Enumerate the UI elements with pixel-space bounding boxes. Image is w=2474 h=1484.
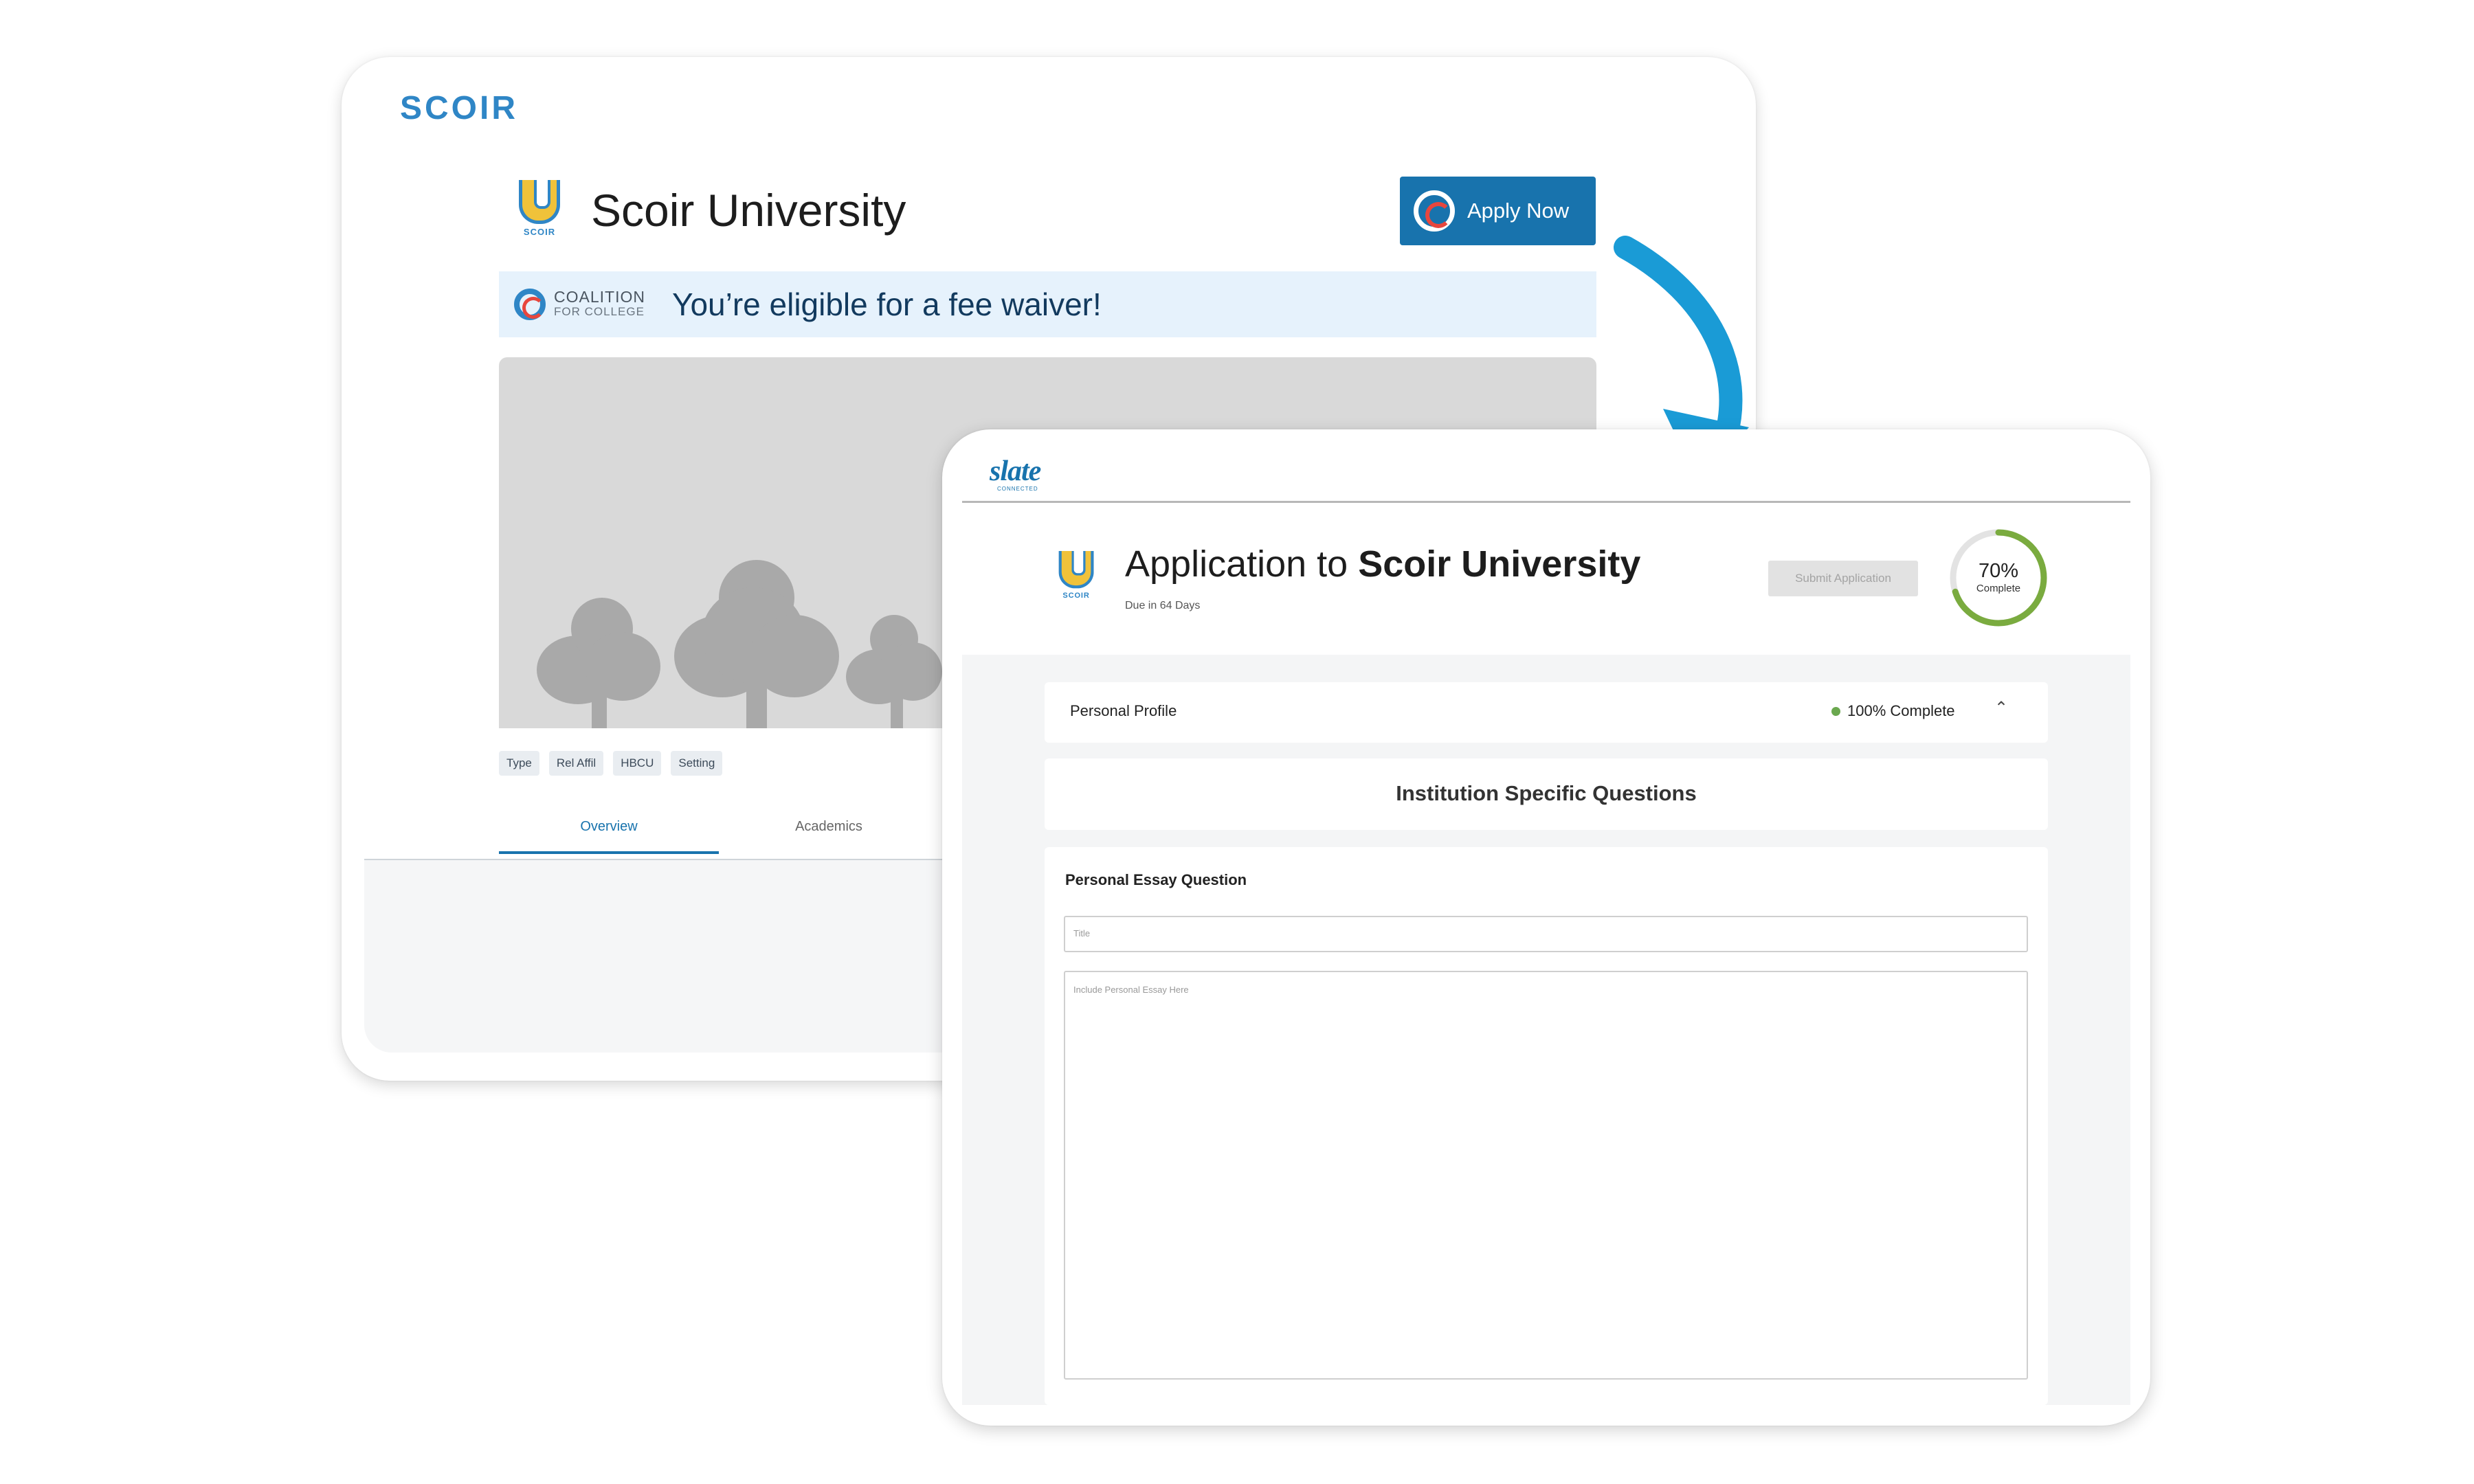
coalition-logo-icon bbox=[514, 289, 546, 320]
complete-status-dot bbox=[1831, 706, 1840, 716]
university-logo-caption: SCOIR bbox=[1062, 590, 1090, 600]
apply-now-button[interactable]: Apply Now bbox=[1400, 177, 1596, 245]
essay-textarea[interactable]: Include Personal Essay Here bbox=[1064, 971, 2028, 1380]
slate-logo: slate bbox=[990, 456, 1041, 487]
university-logo-caption: SCOIR bbox=[523, 227, 556, 237]
submit-application-button[interactable]: Submit Application bbox=[1768, 561, 1918, 596]
coalition-line1: COALITION bbox=[554, 288, 645, 306]
university-logo-icon: SCOIR bbox=[1057, 551, 1095, 605]
tag-list: Type Rel Affil HBCU Setting bbox=[499, 751, 723, 776]
due-date: Due in 64 Days bbox=[1125, 600, 1201, 611]
tree-icon bbox=[537, 598, 660, 728]
university-title: Scoir University bbox=[591, 185, 906, 236]
essay-question-label: Personal Essay Question bbox=[1065, 871, 1247, 888]
scoir-logo: SCOIR bbox=[400, 90, 519, 126]
application-title-school: Scoir University bbox=[1358, 543, 1641, 585]
progress-label: 70% Complete bbox=[1946, 560, 2051, 594]
tag-hbcu[interactable]: HBCU bbox=[613, 751, 662, 776]
tag-type[interactable]: Type bbox=[499, 751, 539, 776]
tab-academics[interactable]: Academics bbox=[719, 819, 939, 854]
progress-percent: 70% bbox=[1978, 560, 2019, 582]
personal-profile-title: Personal Profile bbox=[1070, 702, 1177, 719]
section-heading: Institution Specific Questions bbox=[1396, 781, 1697, 805]
tab-bar: Overview Academics bbox=[499, 819, 939, 854]
tree-icon bbox=[846, 615, 942, 728]
coalition-logo-text: COALITION FOR COLLEGE bbox=[554, 289, 657, 319]
coalition-icon bbox=[1414, 190, 1455, 232]
progress-caption: Complete bbox=[1976, 583, 2021, 594]
tree-icon bbox=[674, 560, 839, 728]
tag-rel-affil[interactable]: Rel Affil bbox=[548, 751, 604, 776]
apply-now-label: Apply Now bbox=[1467, 199, 1570, 223]
tag-setting[interactable]: Setting bbox=[671, 751, 723, 776]
personal-profile-status-text: 100% Complete bbox=[1847, 702, 1955, 719]
essay-title-input[interactable]: Title bbox=[1064, 916, 2028, 952]
essay-placeholder: Include Personal Essay Here bbox=[1073, 985, 1189, 995]
header-divider bbox=[962, 501, 2130, 503]
essay-title-placeholder: Title bbox=[1073, 928, 1091, 938]
chevron-up-icon[interactable]: ⌃ bbox=[1994, 698, 2008, 718]
slate-logo-sub: CONNECTED bbox=[997, 486, 1038, 492]
application-title: Application to Scoir University bbox=[1125, 543, 1640, 585]
personal-profile-status: 100% Complete bbox=[1831, 702, 1955, 720]
fee-waiver-banner: COALITION FOR COLLEGE You’re eligible fo… bbox=[499, 271, 1596, 337]
tab-overview[interactable]: Overview bbox=[499, 819, 719, 854]
fee-waiver-text: You’re eligible for a fee waiver! bbox=[672, 286, 1102, 322]
university-logo-icon: SCOIR bbox=[517, 180, 562, 243]
coalition-line2: FOR COLLEGE bbox=[554, 305, 645, 318]
application-title-prefix: Application to bbox=[1125, 543, 1348, 585]
